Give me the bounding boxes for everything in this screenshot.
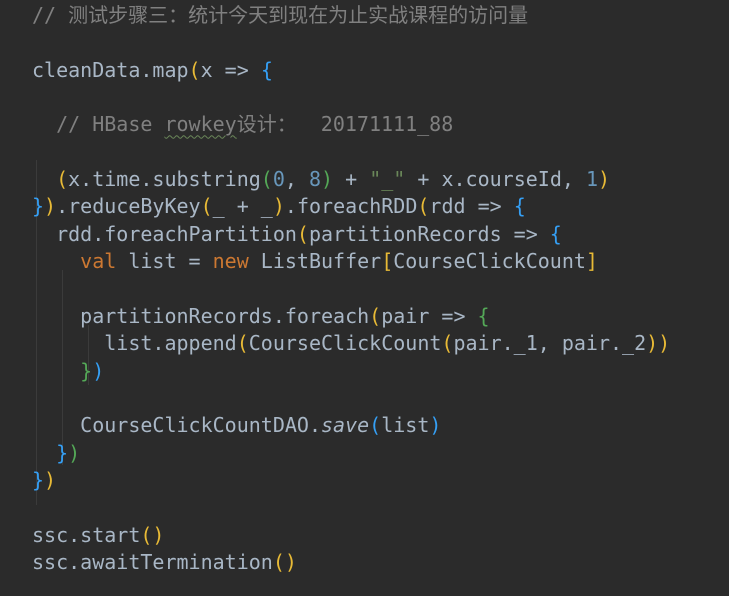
code-token: {: [513, 194, 526, 219]
code-token: }: [32, 194, 45, 219]
code-token: list: [381, 413, 430, 438]
code-line[interactable]: val list = new ListBuffer[CourseClickCou…: [32, 248, 598, 275]
code-token: ): [272, 194, 285, 219]
code-line[interactable]: }): [32, 440, 80, 467]
code-token: partitionRecords.foreach: [32, 303, 370, 328]
code-token: cleanData.map: [32, 57, 189, 82]
code-token: CourseClickCount: [393, 249, 586, 274]
code-token: val: [80, 249, 117, 274]
code-token: ): [598, 167, 611, 192]
code-token: [: [381, 249, 394, 274]
code-token: rdd.foreachPartition: [32, 221, 297, 246]
code-token: // HBase: [32, 112, 165, 137]
code-token: x =>: [200, 57, 261, 82]
code-token: }: [32, 467, 45, 492]
code-line[interactable]: (x.time.substring(0, 8) + "_" + x.course…: [32, 166, 610, 193]
code-token: list.append: [32, 331, 237, 356]
code-token: ): [658, 331, 671, 356]
code-token: ssc.start: [32, 522, 141, 547]
code-token: {: [260, 57, 273, 82]
code-line[interactable]: ssc.start(): [32, 522, 164, 549]
code-token: (: [369, 413, 382, 438]
code-token: ): [152, 522, 165, 547]
code-token: {: [549, 221, 562, 246]
code-token: ): [44, 194, 57, 219]
code-token: (: [441, 331, 454, 356]
code-line[interactable]: CourseClickCountDAO.save(list): [32, 412, 441, 439]
code-line[interactable]: ssc.awaitTermination(): [32, 549, 297, 576]
code-token: pair._1, pair._2: [453, 331, 647, 356]
code-token: .foreachRDD: [284, 194, 418, 219]
code-line[interactable]: // HBase rowkey设计： 20171111_88: [32, 111, 453, 138]
code-line[interactable]: cleanData.map(x => {: [32, 57, 273, 84]
code-token: .reduceByKey: [56, 194, 201, 219]
code-line[interactable]: }).reduceByKey(_ + _).foreachRDD(rdd => …: [32, 193, 526, 220]
code-token: 1: [585, 167, 598, 192]
code-line[interactable]: list.append(CourseClickCount(pair._1, pa…: [32, 330, 670, 357]
code-token: ): [429, 413, 442, 438]
code-token: {: [477, 303, 490, 328]
code-token: "_": [369, 167, 406, 192]
code-token: + x.courseId,: [405, 167, 586, 192]
code-line[interactable]: // 测试步骤三：统计今天到现在为止实战课程的访问量: [32, 2, 528, 29]
code-token: ): [646, 331, 659, 356]
code-line[interactable]: }): [32, 358, 104, 385]
code-token: CourseClickCount: [248, 331, 442, 356]
code-token: +: [333, 167, 370, 192]
code-token: 设计： 20171111_88: [236, 112, 454, 137]
code-token: (: [417, 194, 430, 219]
code-token: x.time.substring: [68, 167, 261, 192]
code-token: (: [296, 221, 309, 246]
code-token: ): [44, 467, 57, 492]
code-token: ): [284, 550, 297, 574]
code-token: (: [188, 57, 201, 82]
code-token: (: [260, 167, 273, 192]
code-token: ssc.awaitTermination: [32, 550, 273, 574]
code-token: CourseClickCountDAO.: [32, 413, 321, 438]
code-token: ): [321, 167, 334, 192]
code-token: (: [200, 194, 213, 219]
code-token: 8: [308, 167, 322, 192]
code-token: (: [369, 303, 382, 328]
code-token: ListBuffer: [248, 249, 382, 274]
code-token: ,: [284, 167, 309, 192]
code-token: (: [272, 550, 285, 574]
code-token: // 测试步骤三：统计今天到现在为止实战课程的访问量: [32, 3, 529, 27]
code-token: (: [56, 167, 69, 192]
code-token: partitionRecords =>: [308, 221, 550, 246]
code-token: (: [140, 522, 153, 547]
code-token: rdd =>: [429, 194, 514, 219]
code-token: new: [212, 249, 249, 274]
code-token: rowkey: [164, 112, 237, 137]
code-token: (: [236, 331, 249, 356]
code-token: ): [68, 440, 81, 465]
code-token: _ + _: [212, 194, 273, 219]
code-token: pair =>: [381, 303, 478, 328]
code-token: }: [56, 440, 69, 465]
code-token: ]: [585, 249, 598, 274]
code-line[interactable]: partitionRecords.foreach(pair => {: [32, 303, 490, 330]
code-editor[interactable]: // 测试步骤三：统计今天到现在为止实战课程的访问量 cleanData.map(…: [0, 0, 729, 596]
code-token: list =: [116, 249, 213, 274]
code-token: }: [80, 358, 93, 383]
code-line[interactable]: }): [32, 467, 56, 494]
code-line[interactable]: rdd.foreachPartition(partitionRecords =>…: [32, 221, 562, 248]
code-token: save: [320, 413, 370, 438]
code-token: ): [92, 358, 105, 383]
code-token: 0: [272, 167, 285, 192]
